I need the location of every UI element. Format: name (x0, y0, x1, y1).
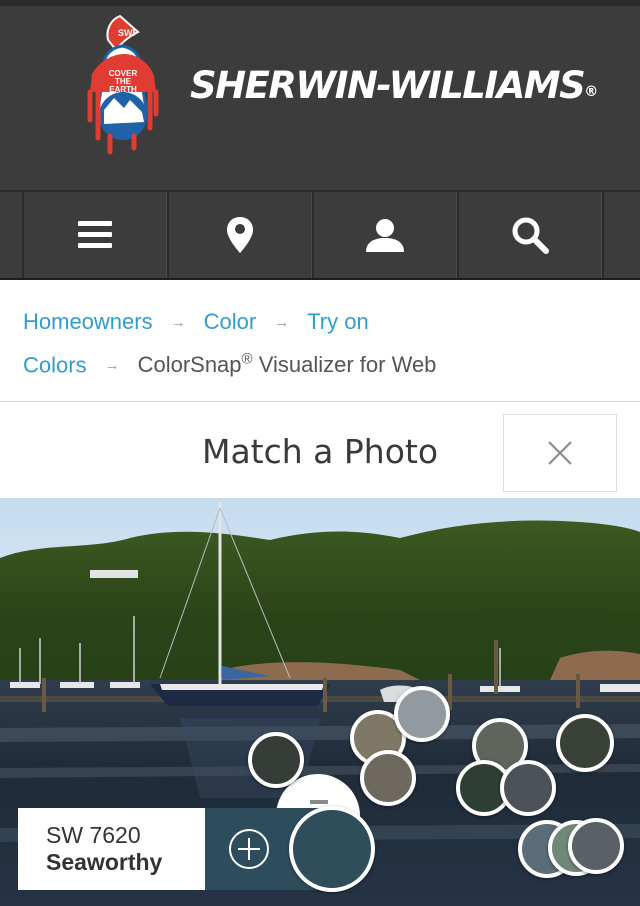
menu-button[interactable] (22, 192, 167, 278)
breadcrumb-current-suffix: Visualizer for Web (252, 352, 437, 378)
map-pin-icon (227, 217, 253, 253)
nav-bar (0, 190, 640, 280)
close-icon (548, 441, 572, 465)
breadcrumb-try-on[interactable]: Try on (307, 309, 369, 334)
svg-text:SWP: SWP (118, 28, 139, 38)
account-button[interactable] (312, 192, 457, 278)
site-header: SWP COVER THE EARTH SHERWIN-WILLIAMS® (0, 6, 640, 190)
breadcrumb-homeowners[interactable]: Homeowners (23, 309, 153, 334)
breadcrumb-line-2: Colors → ColorSnap® Visualizer for Web (23, 351, 436, 378)
swatch-11[interactable] (568, 818, 624, 874)
swatch-4[interactable] (360, 750, 416, 806)
breadcrumb-arrow-icon: → (104, 357, 120, 375)
breadcrumb-current-mark: ® (241, 351, 253, 368)
search-icon (512, 217, 549, 254)
breadcrumb-current-name: ColorSnap (137, 352, 242, 378)
breadcrumb-current: ColorSnap® Visualizer for Web (137, 351, 437, 378)
close-button[interactable] (503, 414, 617, 492)
store-locator-button[interactable] (167, 192, 312, 278)
brand-wordmark[interactable]: SHERWIN-WILLIAMS® (190, 64, 598, 107)
user-icon (366, 219, 404, 252)
plus-circle-icon (229, 829, 269, 869)
swatch-8[interactable] (500, 760, 556, 816)
nav-edge (602, 192, 640, 278)
breadcrumb-color[interactable]: Color (204, 309, 257, 334)
color-name: Seaworthy (46, 849, 163, 875)
selected-color-swatch[interactable] (289, 806, 375, 892)
svg-text:EARTH: EARTH (109, 85, 137, 94)
hamburger-menu-icon (78, 221, 112, 248)
swatch-3[interactable] (394, 686, 450, 742)
swatch-1[interactable] (248, 732, 304, 788)
registered-mark: ® (584, 84, 598, 100)
breadcrumb: Homeowners → Color → Try on Colors → ColorSnap… (0, 280, 640, 402)
breadcrumb-arrow-icon: → (274, 314, 290, 331)
breadcrumb-arrow-icon: → (170, 314, 186, 331)
breadcrumb-colors[interactable]: Colors (23, 352, 87, 377)
swatch-6[interactable] (556, 714, 614, 772)
color-code: SW 7620 (46, 822, 141, 848)
brand-name: SHERWIN-WILLIAMS (190, 64, 586, 107)
cover-the-earth-logo[interactable]: SWP COVER THE EARTH (80, 12, 166, 158)
selected-color-card[interactable]: SW 7620 Seaworthy (18, 808, 206, 890)
search-button[interactable] (457, 192, 602, 278)
breadcrumb-line-1: Homeowners → Color → Try on (23, 309, 369, 335)
